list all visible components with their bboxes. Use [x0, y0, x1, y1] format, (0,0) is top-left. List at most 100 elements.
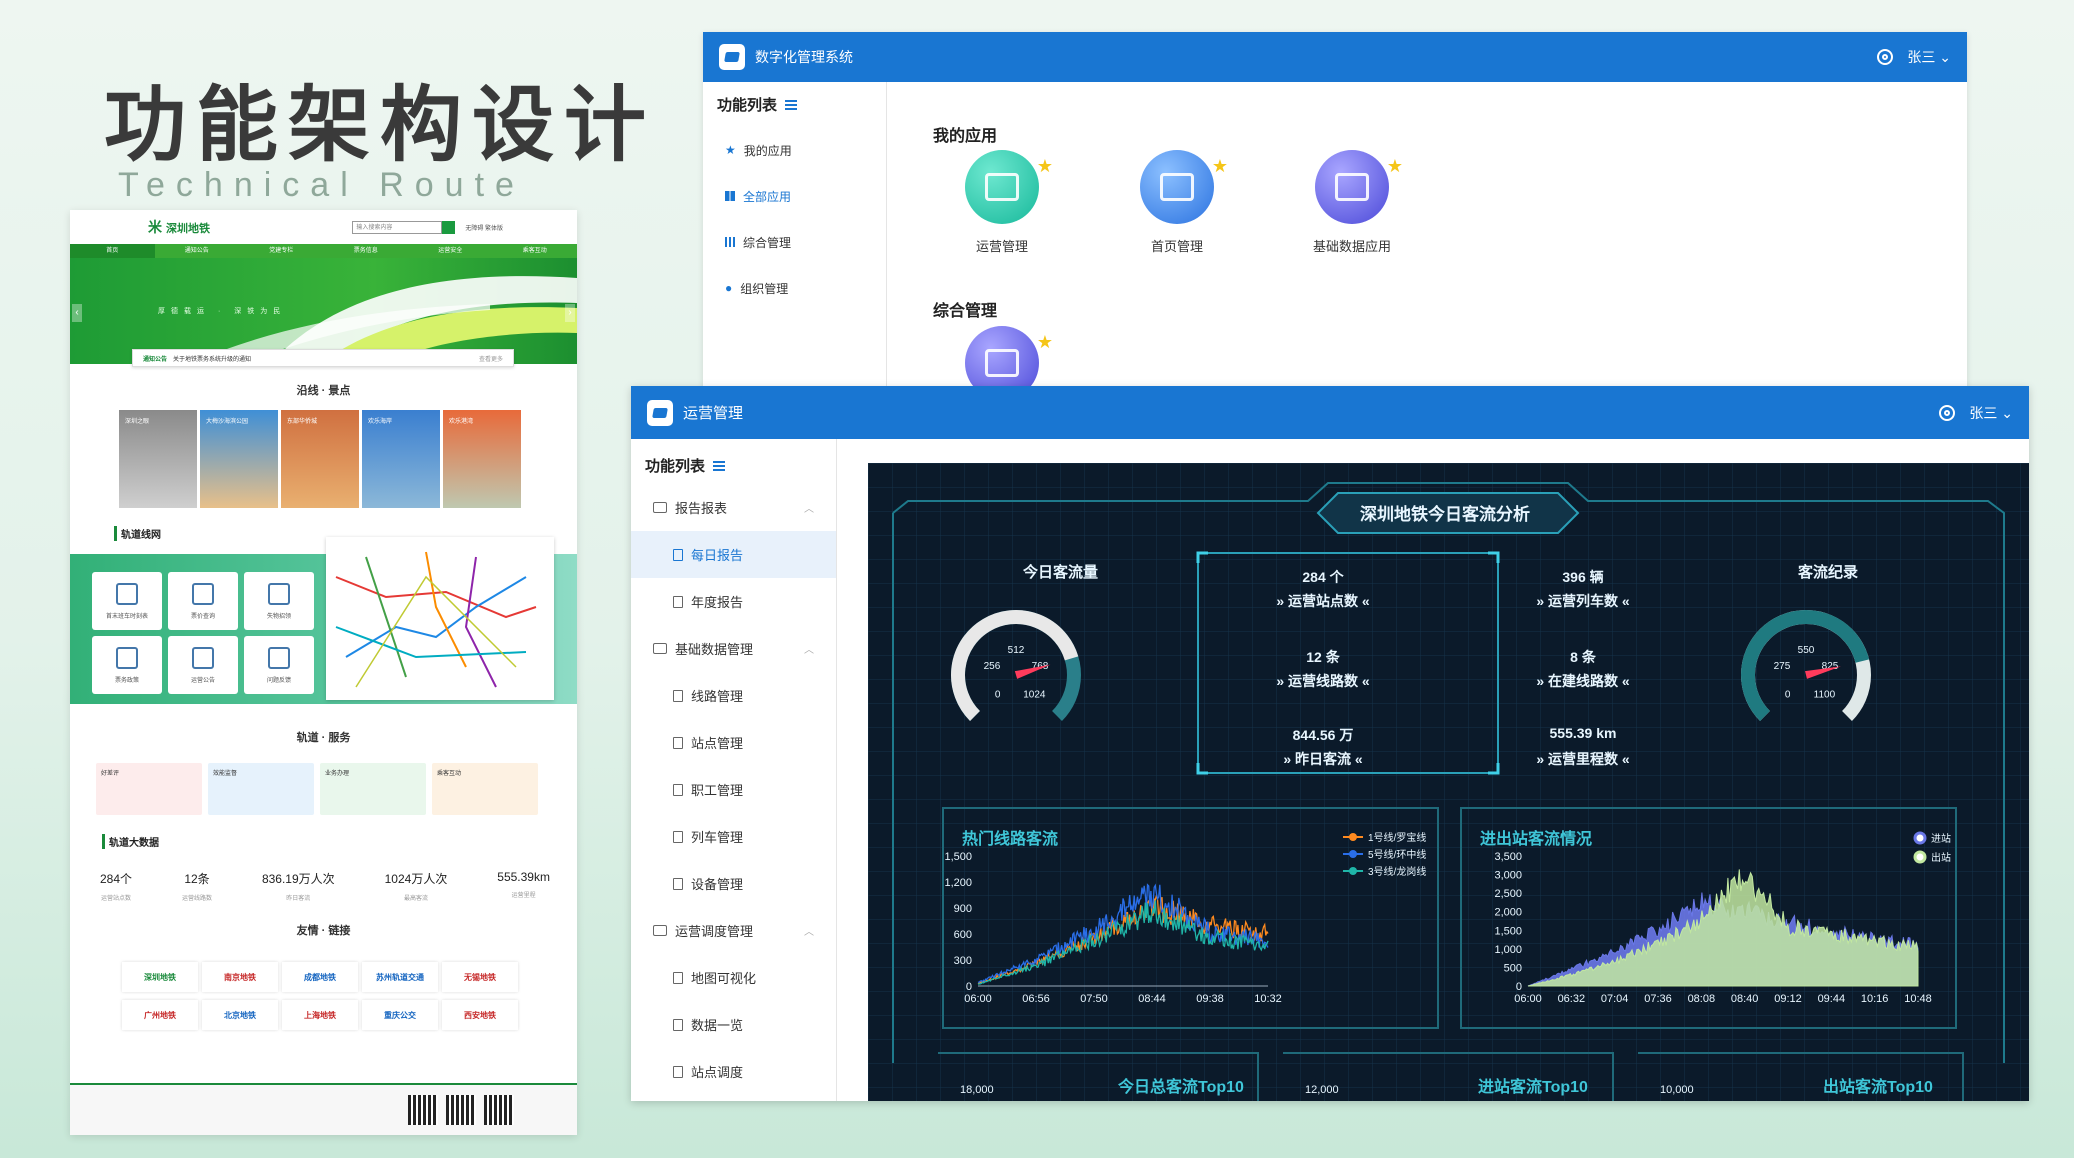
scenic-card[interactable]: 东部华侨城 — [281, 410, 359, 508]
link-logo[interactable]: 上海地铁 — [282, 1000, 358, 1030]
site-search-button[interactable] — [442, 220, 456, 234]
notice-more[interactable]: 查看更多 — [479, 354, 503, 363]
link-logo[interactable]: 无锡地铁 — [442, 962, 518, 992]
menu-item[interactable]: 设备管理 — [631, 860, 836, 907]
y-tick-label: 1,500 — [1494, 925, 1522, 937]
stat: 284个 运营站点数 — [100, 872, 133, 902]
notice-bar[interactable]: 通知公告 关于地铁票务系统升级的通知 查看更多 — [132, 349, 514, 367]
stat: 1024万人次 最高客流 — [384, 872, 448, 902]
y-tick-label: 500 — [1504, 962, 1522, 974]
app-general[interactable]: ★ — [947, 326, 1057, 392]
bottom-title-in: 进站客流Top10 — [1478, 1079, 1588, 1096]
gear-icon[interactable] — [1877, 49, 1894, 65]
site-nav-item[interactable]: 通知公告 — [155, 244, 240, 258]
scenic-card[interactable]: 欢乐港湾 — [443, 410, 521, 508]
timetable-icon — [116, 582, 138, 605]
banner-slogan: 厚德载运 · 深铁为民 — [158, 308, 287, 315]
menu-item[interactable]: 数据一览 — [631, 1001, 836, 1048]
menu-group[interactable]: 运营调度管理 ︿ — [631, 907, 836, 954]
link-logo[interactable]: 成都地铁 — [282, 962, 358, 992]
link-logo[interactable]: 南京地铁 — [202, 962, 278, 992]
site-search-input[interactable]: 输入搜索内容 — [352, 220, 443, 234]
site-tools[interactable]: 无障碍 繁体版 — [465, 223, 503, 232]
app-homepage[interactable]: ★ 首页管理 — [1122, 150, 1232, 255]
favorite-star-icon[interactable]: ★ — [1212, 156, 1228, 177]
legend-dot — [1913, 850, 1927, 864]
banner-prev-icon[interactable]: ‹ — [72, 304, 82, 322]
tile[interactable]: 问题反馈 — [244, 636, 314, 694]
service-card[interactable]: 效能监督 — [208, 763, 314, 815]
tile[interactable]: 运营公告 — [168, 636, 238, 694]
kpi-label: » 运营里程数 « — [1536, 751, 1630, 767]
menu-group[interactable]: 报告报表 ︿ — [631, 484, 836, 531]
sidebar-item-my-apps[interactable]: ★ 我的应用 — [703, 127, 886, 173]
user-menu[interactable]: 张三 ⌄ — [1907, 47, 1951, 67]
banner-next-icon[interactable]: › — [565, 304, 575, 322]
menu-item[interactable]: 列车管理 — [631, 813, 836, 860]
site-nav-item[interactable]: 票务信息 — [324, 244, 409, 258]
site-logo[interactable]: 米深圳地铁 — [148, 217, 210, 237]
service-card[interactable]: 好差评 — [96, 763, 202, 815]
scenic-card[interactable]: 深圳之眼 — [119, 410, 197, 508]
tile[interactable]: 票价查询 — [168, 572, 238, 630]
app-basic-data[interactable]: ★ 基础数据应用 — [1297, 150, 1407, 255]
gauge-left-title: 今日客流量 — [1023, 564, 1099, 581]
announcement-icon — [192, 646, 214, 669]
site-nav-item[interactable]: 运营安全 — [408, 244, 493, 258]
site-nav: 首页 通知公告 党建专栏 票务信息 运营安全 乘客互动 — [70, 244, 577, 258]
gauge-left-tick-label: 256 — [984, 661, 1001, 672]
sidebar-item-org[interactable]: ● 组织管理 — [703, 265, 886, 311]
link-logo[interactable]: 北京地铁 — [202, 1000, 278, 1030]
favorite-star-icon[interactable]: ★ — [1387, 156, 1403, 177]
app-logo-icon — [719, 44, 745, 70]
sidebar-item-general[interactable]: 综合管理 — [703, 219, 886, 265]
user-menu[interactable]: 张三 ⌄ — [1969, 403, 2013, 423]
site-nav-item[interactable]: 党建专栏 — [239, 244, 324, 258]
app-operation[interactable]: ★ 运营管理 — [947, 150, 1057, 255]
menu-item[interactable]: 职工管理 — [631, 766, 836, 813]
menu-icon[interactable] — [713, 460, 726, 471]
scenic-card[interactable]: 大梅沙海滨公园 — [200, 410, 278, 508]
legend-dot — [1349, 833, 1357, 841]
metro-map[interactable] — [326, 537, 554, 700]
menu-item-daily-report[interactable]: 每日报告 — [631, 531, 836, 578]
link-logo[interactable]: 重庆公交 — [362, 1000, 438, 1030]
kpi-value: 396 辆 — [1562, 569, 1604, 585]
site-nav-item[interactable]: 乘客互动 — [493, 244, 578, 258]
menu-item[interactable]: 地图可视化 — [631, 954, 836, 1001]
service-card[interactable]: 乘客互动 — [432, 763, 538, 815]
tile[interactable]: 票务政策 — [92, 636, 162, 694]
menu-item[interactable]: 线路管理 — [631, 672, 836, 719]
chart1-title: 热门线路客流 — [962, 831, 1059, 848]
gear-icon[interactable] — [1939, 404, 1956, 421]
qr-code-icon — [446, 1095, 476, 1125]
link-logo[interactable]: 广州地铁 — [122, 1000, 198, 1030]
sidebar-title: 功能列表 — [703, 82, 886, 127]
tile[interactable]: 失物招领 — [244, 572, 314, 630]
menu-item[interactable]: 站点调度 — [631, 1048, 836, 1095]
kpi-label: » 运营列车数 « — [1536, 593, 1630, 609]
stat: 555.39km 运营里程 — [497, 870, 550, 899]
sidebar-item-all-apps[interactable]: 全部应用 — [703, 173, 886, 219]
scenic-card[interactable]: 欢乐海岸 — [362, 410, 440, 508]
menu-item[interactable]: 站点管理 — [631, 719, 836, 766]
tile[interactable]: 首末班车时刻表 — [92, 572, 162, 630]
favorite-star-icon[interactable]: ★ — [1037, 332, 1053, 353]
service-card[interactable]: 业务办理 — [320, 763, 426, 815]
y-tick-label: 300 — [954, 955, 972, 967]
link-logo[interactable]: 深圳地铁 — [122, 962, 198, 992]
link-logo[interactable]: 西安地铁 — [442, 1000, 518, 1030]
menu-group[interactable]: 基础数据管理 ︿ — [631, 625, 836, 672]
site-nav-item[interactable]: 首页 — [70, 244, 155, 258]
favorite-star-icon[interactable]: ★ — [1037, 156, 1053, 177]
page-subtitle: Technical Route — [118, 166, 525, 204]
legend-dot — [1349, 867, 1357, 875]
legend-label: 进站 — [1931, 832, 1951, 845]
chevron-up-icon[interactable]: ︿ — [804, 500, 814, 515]
menu-item[interactable]: 年度报告 — [631, 578, 836, 625]
menu-icon[interactable] — [785, 99, 798, 110]
site-footer — [70, 1083, 577, 1135]
link-logo[interactable]: 苏州轨道交通 — [362, 962, 438, 992]
chevron-up-icon[interactable]: ︿ — [804, 641, 814, 656]
chevron-up-icon[interactable]: ︿ — [804, 923, 814, 938]
